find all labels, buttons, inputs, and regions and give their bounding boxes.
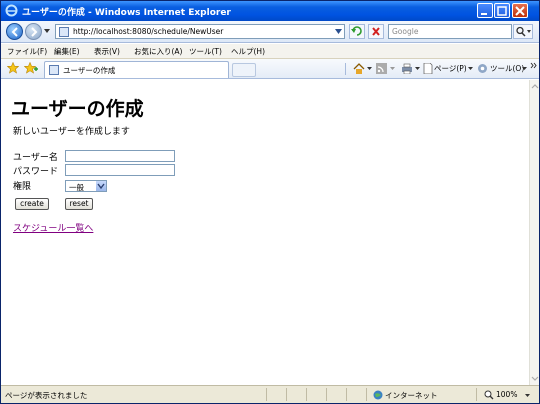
close-button[interactable] bbox=[512, 3, 528, 18]
menu-file[interactable]: ファイル(F) bbox=[7, 46, 47, 57]
tab-label: ユーザーの作成 bbox=[63, 66, 116, 75]
schedule-list-link[interactable]: スケジュール一覧へ bbox=[13, 221, 93, 234]
tab-page-icon bbox=[49, 65, 59, 75]
role-select[interactable]: 一般 bbox=[65, 180, 107, 192]
print-icon[interactable] bbox=[401, 63, 413, 74]
status-divider bbox=[366, 388, 367, 401]
search-button[interactable] bbox=[513, 24, 533, 39]
window-title: ユーザーの作成 - Windows Internet Explorer bbox=[22, 8, 231, 18]
vertical-scrollbar[interactable] bbox=[529, 80, 539, 385]
maximize-button[interactable] bbox=[494, 3, 510, 18]
history-dropdown-icon[interactable] bbox=[44, 29, 50, 34]
feeds-dropdown-icon[interactable] bbox=[390, 67, 395, 71]
status-divider bbox=[266, 388, 267, 401]
security-zone: インターネット bbox=[385, 391, 438, 400]
stop-icon bbox=[372, 27, 380, 36]
menu-view[interactable]: 表示(V) bbox=[94, 46, 120, 57]
refresh-button[interactable] bbox=[349, 24, 365, 39]
page-content: ユーザーの作成 新しいユーザーを作成します ユーザー名 パスワード 権限 一般 … bbox=[1, 80, 529, 385]
address-dropdown-icon[interactable] bbox=[335, 28, 342, 35]
add-favorites-icon[interactable] bbox=[24, 62, 38, 74]
menu-bar: ファイル(F) 編集(E) 表示(V) お気に入り(A) ツール(T) ヘルプ(… bbox=[1, 44, 539, 59]
tools-menu-button[interactable]: ツール(O) bbox=[490, 63, 524, 74]
zoom-icon[interactable] bbox=[484, 390, 494, 400]
search-placeholder: Google bbox=[392, 27, 419, 36]
tab-bar: ユーザーの作成 ページ(P) ツール(O) bbox=[1, 59, 539, 79]
address-bar[interactable]: http://localhost:8080/schedule/NewUser bbox=[55, 24, 345, 39]
search-box[interactable]: Google bbox=[388, 24, 512, 39]
chevron-down-icon bbox=[97, 183, 105, 190]
select-dropdown-button[interactable] bbox=[96, 181, 106, 191]
status-divider bbox=[476, 388, 477, 401]
page-menu-button[interactable]: ページ(P) bbox=[434, 63, 467, 74]
forward-arrow-icon bbox=[31, 27, 38, 37]
status-text: ページが表示されました bbox=[5, 391, 88, 400]
password-label: パスワード bbox=[13, 167, 59, 177]
address-url[interactable]: http://localhost:8080/schedule/NewUser bbox=[73, 27, 223, 36]
refresh-icon bbox=[351, 26, 362, 36]
favorites-star-icon[interactable] bbox=[7, 62, 19, 74]
page-heading: ユーザーの作成 bbox=[11, 98, 144, 120]
scroll-up-icon[interactable] bbox=[531, 82, 539, 91]
command-separator bbox=[345, 63, 346, 75]
scroll-down-icon[interactable] bbox=[531, 374, 539, 383]
print-dropdown-icon[interactable] bbox=[415, 67, 420, 71]
browser-window: ユーザーの作成 - Windows Internet Explorer http… bbox=[0, 0, 540, 404]
username-input[interactable] bbox=[65, 150, 175, 162]
role-select-value: 一般 bbox=[69, 183, 84, 192]
status-divider bbox=[306, 388, 307, 401]
back-button[interactable] bbox=[6, 23, 23, 40]
create-button[interactable]: create bbox=[15, 198, 49, 210]
title-bar: ユーザーの作成 - Windows Internet Explorer bbox=[1, 1, 539, 21]
role-label: 権限 bbox=[13, 182, 32, 192]
minimize-icon bbox=[481, 13, 487, 15]
status-divider bbox=[286, 388, 287, 401]
menu-favorites[interactable]: お気に入り(A) bbox=[134, 46, 182, 57]
chevron-more-icon[interactable] bbox=[530, 62, 537, 69]
username-label: ユーザー名 bbox=[13, 153, 58, 163]
minimize-button[interactable] bbox=[477, 3, 493, 18]
new-tab-button[interactable] bbox=[232, 63, 256, 77]
reset-button[interactable]: reset bbox=[65, 198, 93, 210]
zoom-dropdown-icon[interactable] bbox=[525, 394, 530, 398]
page-dropdown-icon[interactable] bbox=[468, 67, 473, 71]
status-divider bbox=[326, 388, 327, 401]
tab-current[interactable]: ユーザーの作成 bbox=[44, 61, 229, 78]
forward-button[interactable] bbox=[25, 23, 42, 40]
maximize-icon bbox=[497, 6, 507, 16]
zoom-level[interactable]: 100% bbox=[496, 390, 517, 399]
tools-dropdown-icon[interactable] bbox=[522, 67, 527, 71]
ie-logo-icon bbox=[5, 4, 18, 17]
close-icon bbox=[515, 6, 525, 16]
status-bar: ページが表示されました インターネット 100% bbox=[1, 385, 539, 403]
back-arrow-icon bbox=[11, 27, 18, 37]
address-row: http://localhost:8080/schedule/NewUser G… bbox=[1, 21, 539, 43]
tools-gear-icon[interactable] bbox=[477, 63, 488, 74]
home-dropdown-icon[interactable] bbox=[367, 67, 372, 71]
internet-zone-icon bbox=[373, 390, 383, 400]
search-icon bbox=[516, 26, 531, 37]
page-subtitle: 新しいユーザーを作成します bbox=[13, 127, 130, 137]
feeds-icon[interactable] bbox=[376, 63, 387, 74]
status-divider bbox=[346, 388, 347, 401]
password-input[interactable] bbox=[65, 164, 175, 176]
page-icon bbox=[59, 27, 69, 37]
page-menu-icon[interactable] bbox=[423, 63, 433, 74]
menu-edit[interactable]: 編集(E) bbox=[54, 46, 80, 57]
home-icon[interactable] bbox=[353, 63, 365, 74]
menu-tools[interactable]: ツール(T) bbox=[189, 46, 222, 57]
menu-help[interactable]: ヘルプ(H) bbox=[231, 46, 265, 57]
stop-button[interactable] bbox=[368, 24, 384, 39]
